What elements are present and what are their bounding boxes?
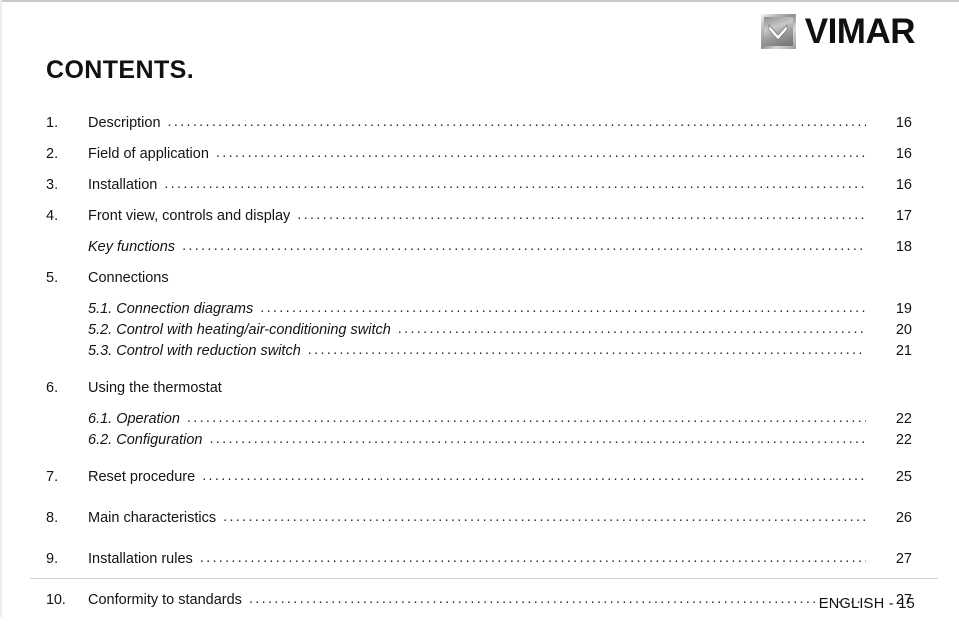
toc-entry-number: 6.2.: [88, 432, 117, 448]
toc-entry-label: Configuration: [116, 432, 203, 448]
toc-entry[interactable]: 5.Connections...........................…: [46, 271, 912, 302]
toc-entry-number: 8.: [46, 510, 59, 526]
toc-entry-number: 7.: [46, 469, 59, 485]
toc-entry-number: 1.: [46, 115, 59, 131]
toc-entry-label: Connection diagrams: [116, 301, 254, 317]
toc-entry-number: 4.: [46, 208, 59, 224]
toc-dot-leader: ........................................…: [209, 432, 866, 447]
toc-entry[interactable]: 5.3. Control with reduction switch......…: [46, 343, 912, 365]
toc-entry-label: Conformity to standards: [88, 592, 242, 608]
toc-entry-page: 25: [895, 469, 912, 485]
toc-entry-page: 17: [895, 208, 912, 224]
toc-dot-leader: ........................................…: [215, 146, 866, 161]
toc-dot-leader: ........................................…: [223, 510, 866, 525]
toc-entry-label: Control with reduction switch: [116, 343, 301, 359]
toc-dot-leader: ........................................…: [202, 469, 866, 484]
toc-entry-label: Main characteristics: [88, 510, 217, 526]
toc-entry-label: Installation: [88, 177, 158, 193]
toc-entry-label: Using the thermostat: [88, 380, 222, 396]
toc-entry-number: 2.: [46, 146, 59, 162]
toc-entry-number: 10.: [46, 592, 66, 608]
toc-entry[interactable]: 3. Installation..........................…: [46, 177, 912, 209]
toc-entry[interactable]: 6.2. Configuration......................…: [46, 432, 912, 454]
toc-entry-label: Connections: [88, 270, 169, 286]
toc-entry[interactable]: 7. Reset procedure.......................…: [46, 469, 912, 501]
toc-entry-number: 5.2.: [88, 322, 117, 338]
toc-entry-number: 5.3.: [88, 343, 117, 359]
toc-entry-label: Key functions: [88, 239, 176, 255]
toc-dot-leader: ........................................…: [182, 239, 866, 254]
toc-entry-number: 6.: [46, 380, 59, 396]
toc-entry-number: 5.: [46, 270, 59, 286]
vimar-logo: VIMAR: [760, 12, 916, 51]
toc-entry-page: 21: [895, 343, 912, 359]
toc-entry-number: 6.1.: [88, 411, 117, 427]
toc-entry-number: 3.: [46, 177, 59, 193]
toc-entry-label: Installation rules: [88, 551, 193, 567]
toc-dot-leader: ........................................…: [297, 208, 866, 223]
toc-entry-page: 16: [895, 146, 912, 162]
toc-entry-page: 20: [895, 322, 912, 338]
toc-dot-leader: ........................................…: [260, 301, 866, 316]
toc-entry-label: Operation: [116, 411, 180, 427]
toc-entry[interactable]: 8. Main characteristics..................…: [46, 510, 912, 542]
toc-entry[interactable]: Key functions...........................…: [46, 239, 912, 261]
toc-dot-leader: ........................................…: [167, 115, 866, 130]
toc-dot-leader: ........................................…: [307, 343, 866, 358]
toc-entry[interactable]: 6.1. Operation..........................…: [46, 411, 912, 433]
toc-spacer: [46, 261, 912, 271]
page-title: CONTENTS.: [46, 56, 195, 84]
toc-entry-page: 27: [895, 551, 912, 567]
toc-spacer: [46, 454, 912, 470]
toc-spacer: [46, 365, 912, 381]
toc-dot-leader: ........................................…: [248, 592, 866, 607]
footer-page-label: ENGLISH - 15: [818, 596, 915, 612]
toc-dot-leader: ........................................…: [199, 551, 866, 566]
toc-dot-leader: ........................................…: [164, 177, 866, 192]
brand-wordmark: VIMAR: [804, 12, 916, 51]
footer-divider: [30, 578, 938, 579]
toc-dot-leader: ........................................…: [186, 411, 866, 426]
toc-entry-label: Front view, controls and display: [88, 208, 291, 224]
document-page: VIMAR CONTENTS. 1. Description...........…: [0, 0, 959, 617]
toc-entry-label: Field of application: [88, 146, 209, 162]
toc-entry-number: 9.: [46, 551, 59, 567]
toc-entry[interactable]: 5.1. Connection diagrams................…: [46, 301, 912, 323]
toc-entry-label: Control with heating/air-conditioning sw…: [116, 322, 391, 338]
toc-entry-page: 19: [895, 301, 912, 317]
toc-entry[interactable]: 5.2. Control with heating/air-conditioni…: [46, 322, 912, 344]
toc-dot-leader: ........................................…: [397, 322, 866, 337]
toc-entry[interactable]: 4. Front view, controls and display......…: [46, 208, 912, 240]
toc-entry-page: 16: [895, 115, 912, 131]
toc-entry-page: 26: [895, 510, 912, 526]
table-of-contents: 1. Description...........................…: [46, 115, 912, 624]
toc-entry-page: 22: [895, 411, 912, 427]
toc-entry-number: 5.1.: [88, 301, 117, 317]
toc-entry-label: Reset procedure: [88, 469, 196, 485]
toc-entry[interactable]: 1. Description...........................…: [46, 115, 912, 147]
toc-entry-page: 18: [895, 239, 912, 255]
toc-entry-page: 16: [895, 177, 912, 193]
toc-entry-page: 22: [895, 432, 912, 448]
toc-entry[interactable]: 2. Field of application..................…: [46, 146, 912, 178]
toc-entry-label: Description: [88, 115, 161, 131]
toc-entry[interactable]: 6.Using the thermostat..................…: [46, 381, 912, 412]
toc-entry[interactable]: 10. Conformity to standards..............…: [46, 592, 912, 624]
vimar-chevron-logo-icon: [760, 14, 796, 49]
